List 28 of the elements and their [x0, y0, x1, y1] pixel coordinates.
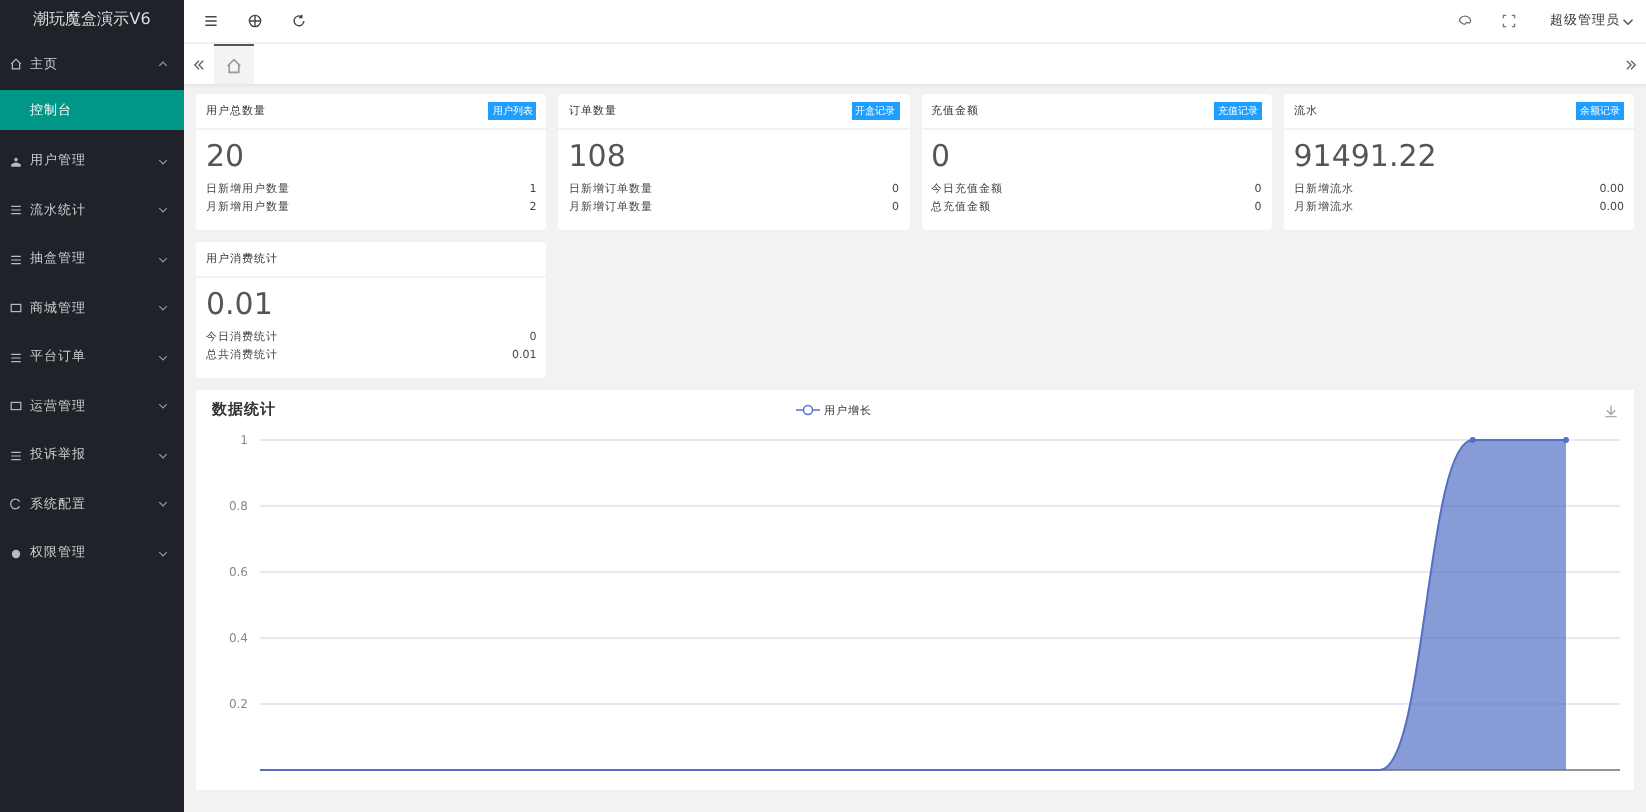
scroll-left-icon[interactable]	[192, 57, 206, 71]
stat-value: 108	[568, 138, 628, 174]
stat-value: 20	[206, 138, 247, 174]
fullscreen-icon[interactable]	[1502, 14, 1516, 28]
chevron-icon	[158, 549, 168, 558]
stat-value: 0.01	[206, 286, 275, 322]
scroll-right-icon[interactable]	[1624, 57, 1638, 71]
data-point	[1563, 437, 1569, 443]
chevron-icon	[158, 402, 168, 411]
palette-icon[interactable]	[1458, 14, 1472, 28]
stat-value: 0	[931, 138, 953, 174]
chevron-icon	[158, 206, 168, 215]
chevron-icon	[158, 255, 168, 264]
chevron-icon	[158, 60, 168, 69]
refresh-icon[interactable]	[292, 14, 306, 28]
home-icon	[226, 57, 242, 73]
stat-value: 91491.22	[1293, 138, 1439, 174]
chevron-icon	[158, 451, 168, 460]
legend-icon	[796, 404, 820, 416]
chevron-icon	[158, 500, 168, 509]
chevron-icon	[158, 353, 168, 362]
chevron-icon	[158, 304, 168, 313]
chevron-icon	[158, 157, 168, 166]
app-title: 潮玩魔盒演示V6	[31, 8, 153, 32]
caret-icon	[1622, 17, 1634, 25]
home-tab[interactable]	[214, 44, 254, 84]
globe-icon[interactable]	[248, 14, 262, 28]
data-point	[1469, 437, 1476, 443]
